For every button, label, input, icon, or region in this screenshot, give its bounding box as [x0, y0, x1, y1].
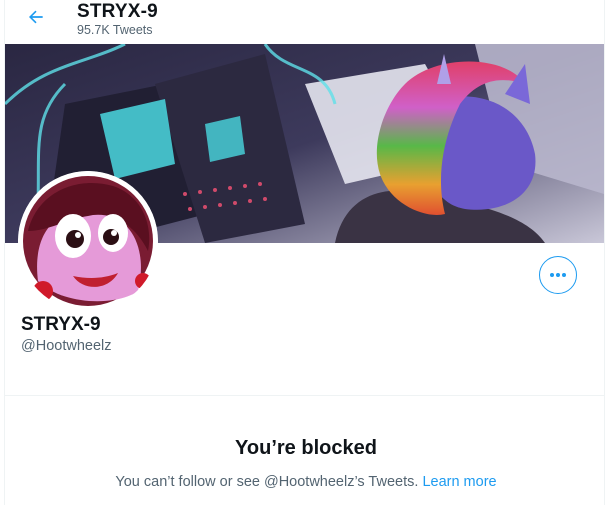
right-frame-border	[604, 0, 605, 505]
blocked-title: You’re blocked	[235, 437, 377, 459]
profile-display-name: STRYX-9	[21, 314, 101, 335]
arrow-left-icon	[29, 10, 43, 24]
section-divider	[5, 395, 604, 396]
more-options-button[interactable]	[539, 256, 577, 294]
blocked-message: You can’t follow or see @Hootwheelz’s Tw…	[0, 474, 612, 490]
profile-header-bar: STRYX-9 95.7K Tweets	[0, 0, 612, 44]
ellipsis-icon	[550, 273, 566, 277]
blocked-message-text: You can’t follow or see @Hootwheelz’s Tw…	[115, 474, 419, 490]
learn-more-link[interactable]: Learn more	[422, 474, 496, 490]
back-button[interactable]	[19, 0, 53, 34]
header-tweet-count: 95.7K Tweets	[77, 23, 153, 37]
profile-handle: @Hootwheelz	[21, 338, 112, 354]
profile-avatar[interactable]	[18, 171, 158, 311]
header-title: STRYX-9	[77, 1, 158, 22]
